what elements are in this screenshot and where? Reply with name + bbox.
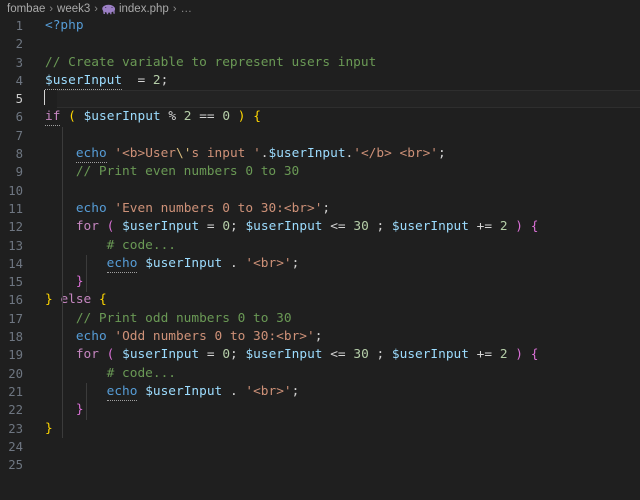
code-line[interactable]: 24 [0, 438, 640, 456]
line-content[interactable] [40, 35, 640, 53]
line-content[interactable]: echo 'Odd numbers 0 to 30:<br>'; [40, 328, 640, 346]
line-content[interactable] [40, 127, 640, 145]
code-line[interactable]: 14 echo $userInput . '<br>'; [0, 255, 640, 273]
line-number: 4 [15, 73, 23, 88]
breadcrumb-separator-icon: › [49, 2, 54, 15]
breadcrumb: fombae › week3 › index.php › … [0, 0, 640, 17]
breadcrumb-item-folder-week3[interactable]: week3 [57, 3, 90, 15]
line-content[interactable]: // Print even numbers 0 to 30 [40, 163, 640, 181]
code-line[interactable]: 18 echo 'Odd numbers 0 to 30:<br>'; [0, 328, 640, 346]
code-line[interactable]: 25 [0, 456, 640, 474]
code-line[interactable]: 21 echo $userInput . '<br>'; [0, 383, 640, 401]
code-line[interactable]: 2 [0, 35, 640, 53]
line-content[interactable]: for ( $userInput = 0; $userInput <= 30 ;… [40, 218, 640, 236]
line-content[interactable]: } [40, 401, 640, 419]
line-number: 18 [8, 330, 23, 345]
breadcrumb-separator-icon: › [172, 2, 177, 15]
code-line[interactable]: 23 } [0, 420, 640, 438]
line-number: 11 [8, 201, 23, 216]
code-line[interactable]: 15 } [0, 273, 640, 291]
line-content[interactable]: // Print odd numbers 0 to 30 [40, 310, 640, 328]
line-number: 25 [8, 458, 23, 473]
line-content[interactable]: $userInput = 2; [40, 72, 640, 90]
breadcrumb-item-overflow[interactable]: … [181, 3, 193, 15]
code-line[interactable]: 3 // Create variable to represent users … [0, 54, 640, 72]
line-number: 9 [15, 165, 23, 180]
breadcrumb-separator-icon: › [94, 2, 98, 15]
line-number: 8 [15, 147, 23, 162]
line-number: 7 [15, 128, 23, 143]
line-number: 15 [8, 275, 23, 290]
line-content[interactable]: # code... [40, 237, 640, 255]
code-line[interactable]: 4 $userInput = 2; [0, 72, 640, 90]
code-lines: 1 <?php 2 3 // Create variable to repres… [0, 17, 640, 474]
line-number: 14 [8, 256, 23, 271]
line-number: 6 [15, 110, 23, 125]
code-line[interactable]: 10 [0, 182, 640, 200]
line-number: 17 [8, 311, 23, 326]
code-line[interactable]: 9 // Print even numbers 0 to 30 [0, 163, 640, 181]
line-number: 3 [15, 55, 23, 70]
code-line[interactable]: 19 for ( $userInput = 0; $userInput <= 3… [0, 346, 640, 364]
php-elephant-icon [102, 4, 116, 15]
line-number: 12 [8, 220, 23, 235]
line-content[interactable]: echo 'Even numbers 0 to 30:<br>'; [40, 200, 640, 218]
line-number: 19 [8, 348, 23, 363]
code-line[interactable]: 20 # code... [0, 365, 640, 383]
code-line[interactable]: 16 } else { [0, 291, 640, 309]
code-line[interactable]: 17 // Print odd numbers 0 to 30 [0, 310, 640, 328]
line-content[interactable] [40, 456, 640, 474]
line-content[interactable] [40, 182, 640, 200]
line-number: 10 [8, 183, 23, 198]
line-number: 20 [8, 366, 23, 381]
code-line[interactable]: 1 <?php [0, 17, 640, 35]
line-number: 13 [8, 238, 23, 253]
line-number: 21 [8, 384, 23, 399]
breadcrumb-item-file-index-php[interactable]: index.php [119, 3, 169, 15]
code-line[interactable]: 12 for ( $userInput = 0; $userInput <= 3… [0, 218, 640, 236]
line-content[interactable] [40, 90, 640, 108]
line-content[interactable]: <?php [40, 17, 640, 35]
line-content[interactable]: } [40, 420, 640, 438]
line-number: 1 [15, 19, 23, 33]
code-line[interactable]: 13 # code... [0, 237, 640, 255]
line-number: 16 [8, 293, 23, 308]
line-content[interactable]: } else { [40, 291, 640, 309]
line-content[interactable]: echo '<b>User\'s input '.$userInput.'</b… [40, 145, 640, 164]
line-content[interactable]: echo $userInput . '<br>'; [40, 255, 640, 273]
line-content[interactable]: } [40, 273, 640, 291]
line-number: 23 [8, 421, 23, 436]
line-content[interactable]: if ( $userInput % 2 == 0 ) { [40, 108, 640, 127]
line-content[interactable]: echo $userInput . '<br>'; [40, 383, 640, 401]
line-number: 2 [15, 37, 23, 52]
code-line-active[interactable]: 5 [0, 90, 640, 109]
code-line[interactable]: 8 echo '<b>User\'s input '.$userInput.'<… [0, 145, 640, 164]
line-number: 24 [8, 439, 23, 454]
line-content[interactable]: for ( $userInput = 0; $userInput <= 30 ;… [40, 346, 640, 364]
line-number: 22 [8, 403, 23, 418]
code-line[interactable]: 7 [0, 127, 640, 145]
line-number: 5 [15, 92, 23, 107]
code-line[interactable]: 22 } [0, 401, 640, 419]
text-cursor [44, 90, 45, 106]
code-line[interactable]: 11 echo 'Even numbers 0 to 30:<br>'; [0, 200, 640, 218]
code-line[interactable]: 6 if ( $userInput % 2 == 0 ) { [0, 108, 640, 127]
line-content[interactable]: # code... [40, 365, 640, 383]
line-content[interactable] [40, 438, 640, 456]
line-content[interactable]: // Create variable to represent users in… [40, 54, 640, 72]
breadcrumb-item-folder-root[interactable]: fombae [7, 3, 45, 15]
code-editor[interactable]: 1 <?php 2 3 // Create variable to repres… [0, 17, 640, 500]
